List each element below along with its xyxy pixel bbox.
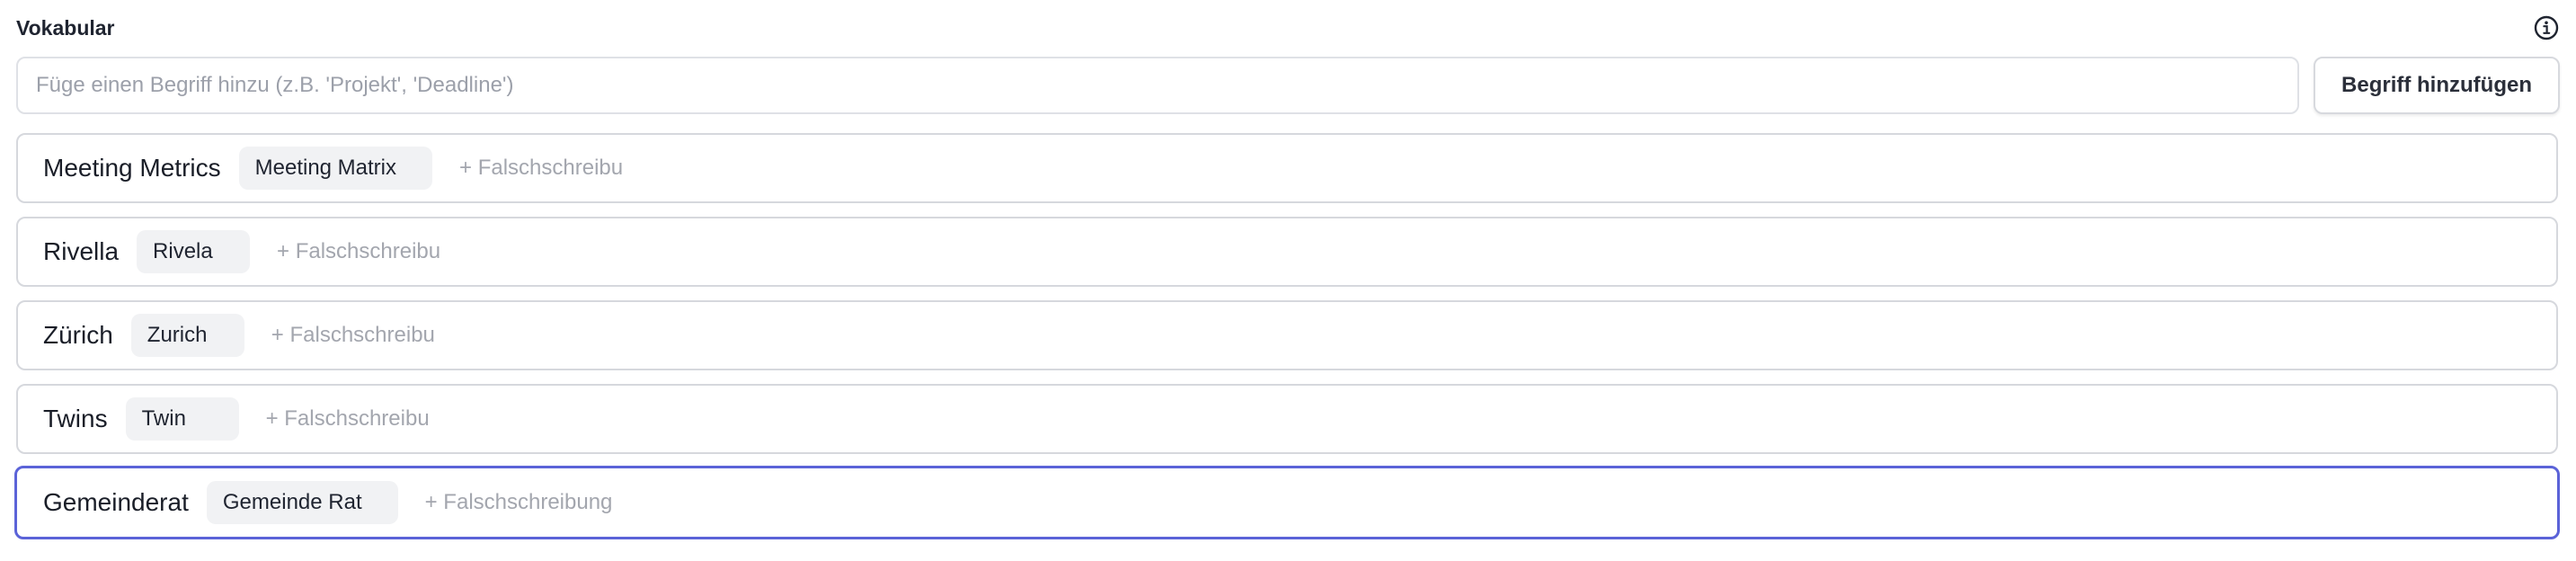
- add-term-button[interactable]: Begriff hinzufügen: [2314, 57, 2560, 114]
- misspelling-chip[interactable]: Rivela: [137, 230, 251, 273]
- term-label: Zürich: [43, 321, 113, 349]
- vocabulary-item-active[interactable]: Gemeinderat Gemeinde Rat: [14, 466, 2560, 539]
- term-label: Meeting Metrics: [43, 154, 221, 182]
- misspelling-chip[interactable]: Twin: [125, 397, 239, 441]
- vocabulary-item[interactable]: Twins Twin: [16, 384, 2558, 454]
- vocabulary-item[interactable]: Meeting Metrics Meeting Matrix: [16, 133, 2558, 203]
- add-term-input[interactable]: [16, 57, 2299, 114]
- info-icon[interactable]: [2533, 14, 2560, 41]
- term-label: Gemeinderat: [43, 488, 189, 516]
- misspelling-chip[interactable]: Meeting Matrix: [238, 147, 433, 190]
- term-label: Twins: [43, 405, 108, 432]
- vocabulary-item[interactable]: Rivella Rivela: [16, 217, 2558, 287]
- add-misspelling-input[interactable]: [265, 406, 626, 432]
- misspelling-chip[interactable]: Gemeinde Rat: [206, 481, 398, 524]
- vocabulary-header: Vokabular: [16, 14, 2560, 50]
- add-misspelling-input[interactable]: [424, 490, 785, 515]
- add-misspelling-input[interactable]: [277, 239, 637, 264]
- vocabulary-item[interactable]: Zürich Zurich: [16, 300, 2558, 370]
- add-misspelling-input[interactable]: [271, 323, 631, 348]
- term-label: Rivella: [43, 237, 120, 265]
- add-misspelling-input[interactable]: [459, 156, 820, 181]
- misspelling-chip[interactable]: Zurich: [130, 314, 244, 357]
- section-title: Vokabular: [16, 16, 115, 40]
- add-term-row: Begriff hinzufügen: [16, 57, 2560, 116]
